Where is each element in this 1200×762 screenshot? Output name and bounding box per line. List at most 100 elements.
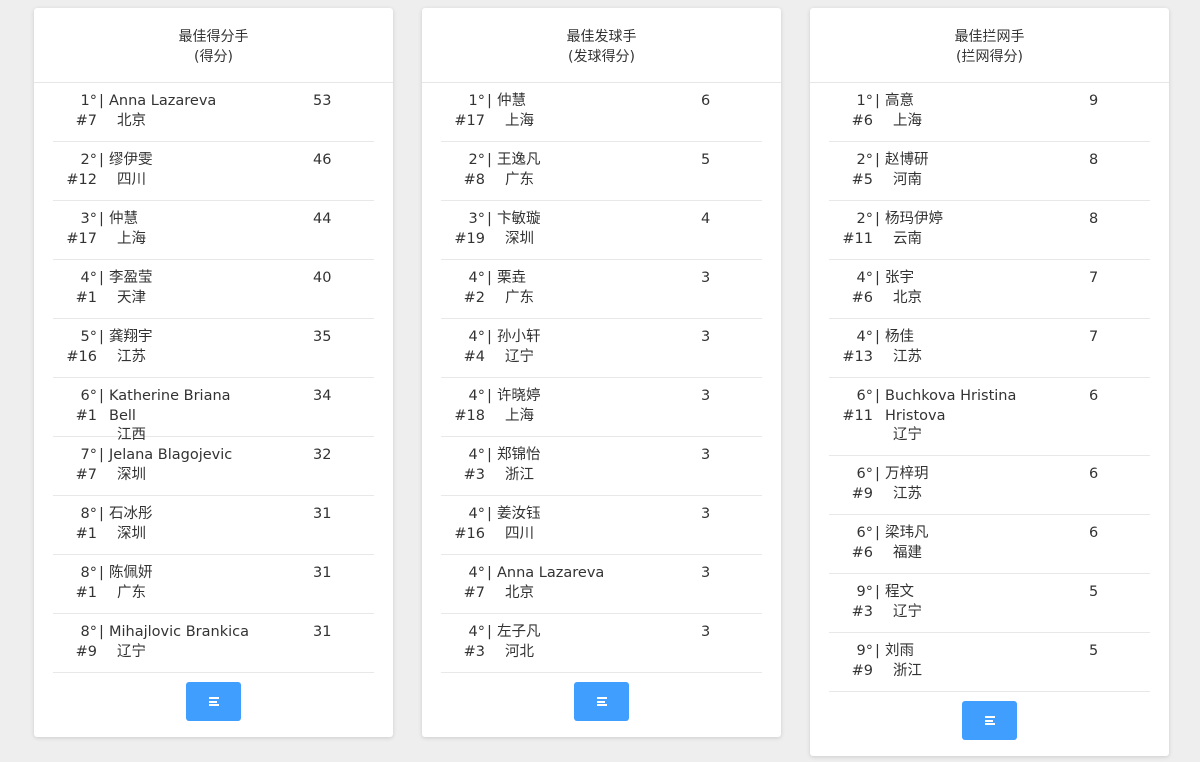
- player-name: 高意: [875, 92, 1035, 112]
- rank-cell: 7° #7: [53, 446, 97, 485]
- player-name: 王逸凡: [487, 151, 647, 171]
- rank-cell: 4° #16: [441, 505, 485, 544]
- rank-cell: 2° #12: [53, 151, 97, 190]
- ranking-list: 1°#17仲慧上海62°#8王逸凡广东53°#19卞敏璇深圳44°#2栗垚广东3…: [441, 83, 762, 673]
- card-footer: [34, 673, 393, 737]
- team-name: 四川: [117, 171, 146, 188]
- rank-position: 2°: [80, 152, 97, 168]
- team-name: 北京: [505, 584, 534, 601]
- rank-cell: 4° #18: [441, 387, 485, 426]
- rank-position: 2°: [856, 211, 873, 227]
- card-footer: [422, 673, 781, 737]
- rank-cell: 4° #1: [53, 269, 97, 308]
- jersey-number: #12: [66, 171, 97, 188]
- score-value: 3: [701, 329, 711, 345]
- expand-list-button[interactable]: [962, 701, 1017, 740]
- rank-position: 9°: [856, 584, 873, 600]
- expand-list-button[interactable]: [186, 682, 241, 721]
- jersey-number: #3: [463, 643, 485, 660]
- player-row: 3°#19卞敏璇深圳4: [441, 201, 762, 260]
- hamburger-menu-icon: [597, 697, 607, 706]
- team-name: 深圳: [505, 230, 534, 247]
- card-footer: [810, 692, 1169, 756]
- jersey-number: #7: [75, 112, 97, 129]
- player-name: 杨玛伊婷: [875, 210, 1035, 230]
- player-name: Anna Lazareva: [99, 92, 259, 112]
- player-name: 李盈莹: [99, 269, 259, 289]
- team-name: 江苏: [117, 348, 146, 365]
- rank-position: 6°: [856, 466, 873, 482]
- score-value: 6: [1089, 466, 1099, 482]
- rank-cell: 4° #6: [829, 269, 873, 308]
- player-cell: 万梓玥江苏: [875, 465, 1035, 504]
- team-name: 天津: [117, 289, 146, 306]
- player-name: 许晓婷: [487, 387, 647, 407]
- team-name: 辽宁: [505, 348, 534, 365]
- rank-cell: 6° #1: [53, 387, 97, 426]
- player-cell: 仲慧上海: [99, 210, 259, 249]
- rank-position: 8°: [80, 506, 97, 522]
- team-name: 深圳: [117, 466, 146, 483]
- rank-cell: 1° #7: [53, 92, 97, 131]
- rank-cell: 4° #2: [441, 269, 485, 308]
- rank-position: 6°: [80, 388, 97, 404]
- player-cell: 郑锦怡浙江: [487, 446, 647, 485]
- player-cell: 陈佩妍广东: [99, 564, 259, 603]
- card-title: 最佳得分手: [178, 29, 249, 45]
- player-cell: 石冰彤深圳: [99, 505, 259, 544]
- rank-position: 8°: [80, 624, 97, 640]
- team-name: 广东: [117, 584, 146, 601]
- player-name: 缪伊雯: [99, 151, 259, 171]
- rank-position: 7°: [80, 447, 97, 463]
- rank-cell: 4° #3: [441, 623, 485, 662]
- team-name: 深圳: [117, 525, 146, 542]
- player-name: 栗垚: [487, 269, 647, 289]
- jersey-number: #16: [66, 348, 97, 365]
- player-cell: 高意上海: [875, 92, 1035, 131]
- rank-cell: 4° #13: [829, 328, 873, 367]
- score-value: 3: [701, 565, 711, 581]
- jersey-number: #17: [454, 112, 485, 129]
- top-servers-card: 最佳发球手 (发球得分) 1°#17仲慧上海62°#8王逸凡广东53°#19卞敏…: [422, 8, 781, 737]
- score-value: 5: [1089, 584, 1099, 600]
- score-value: 32: [313, 447, 332, 463]
- player-cell: Anna Lazareva北京: [487, 564, 647, 603]
- player-name: 左子凡: [487, 623, 647, 643]
- player-row: 4°#4孙小轩辽宁3: [441, 319, 762, 378]
- rank-position: 6°: [856, 388, 873, 404]
- player-row: 4°#1李盈莹天津40: [53, 260, 374, 319]
- player-cell: Buchkova Hristina Hristova辽宁: [875, 387, 1035, 446]
- team-name: 福建: [893, 544, 922, 561]
- player-name: 仲慧: [99, 210, 259, 230]
- player-name: 万梓玥: [875, 465, 1035, 485]
- player-cell: 杨佳江苏: [875, 328, 1035, 367]
- top-blockers-card: 最佳拦网手 (拦网得分) 1°#6高意上海92°#5赵博研河南82°#11杨玛伊…: [810, 8, 1169, 756]
- jersey-number: #1: [75, 584, 97, 601]
- card-title: 最佳拦网手: [954, 29, 1025, 45]
- hamburger-menu-icon: [985, 716, 995, 725]
- team-name: 辽宁: [893, 603, 922, 620]
- player-name: 仲慧: [487, 92, 647, 112]
- rank-position: 4°: [468, 447, 485, 463]
- jersey-number: #1: [75, 525, 97, 542]
- card-title: 最佳发球手: [566, 29, 637, 45]
- score-value: 7: [1089, 270, 1099, 286]
- score-value: 5: [701, 152, 711, 168]
- team-name: 辽宁: [893, 427, 922, 443]
- player-name: 程文: [875, 583, 1035, 603]
- jersey-number: #1: [75, 407, 97, 424]
- jersey-number: #2: [463, 289, 485, 306]
- ranking-list: 1°#6高意上海92°#5赵博研河南82°#11杨玛伊婷云南84°#6张宇北京7…: [829, 83, 1150, 692]
- card-subtitle: (拦网得分): [956, 49, 1023, 65]
- player-cell: 赵博研河南: [875, 151, 1035, 190]
- jersey-number: #3: [463, 466, 485, 483]
- rank-position: 4°: [856, 270, 873, 286]
- team-name: 广东: [505, 289, 534, 306]
- top-scorers-card: 最佳得分手 (得分) 1°#7Anna Lazareva北京532°#12缪伊雯…: [34, 8, 393, 737]
- score-value: 3: [701, 624, 711, 640]
- score-value: 3: [701, 388, 711, 404]
- player-row: 5°#16龚翔宇江苏35: [53, 319, 374, 378]
- player-cell: 梁玮凡福建: [875, 524, 1035, 563]
- player-cell: 栗垚广东: [487, 269, 647, 308]
- expand-list-button[interactable]: [574, 682, 629, 721]
